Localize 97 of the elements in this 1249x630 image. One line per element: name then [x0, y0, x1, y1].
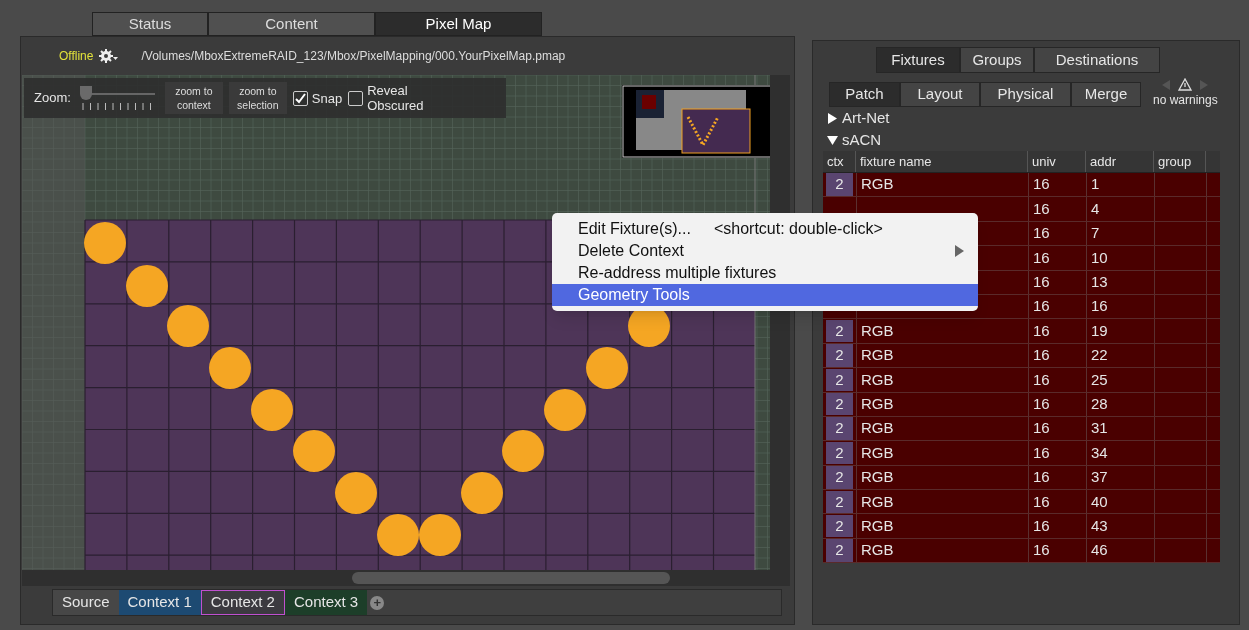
- disclosure-triangle-icon[interactable]: [827, 112, 838, 124]
- protocol-tree-item[interactable]: Art-Net: [827, 107, 1239, 129]
- sub-tab[interactable]: Layout: [900, 82, 980, 107]
- sub-tab[interactable]: Merge: [1071, 82, 1141, 107]
- warning-icon: [1178, 78, 1193, 91]
- table-cell-text: 31: [1091, 418, 1108, 439]
- table-cell-text: RGB: [861, 369, 894, 390]
- column-header[interactable]: fixture name: [856, 151, 1028, 172]
- table-cell-text: RGB: [861, 515, 894, 536]
- table-cell-text: RGB: [861, 345, 894, 366]
- table-cell-text: 16: [1091, 296, 1108, 317]
- zoom-button[interactable]: zoom to selection: [228, 82, 287, 114]
- zoom-label: Zoom:: [34, 89, 71, 108]
- context-number: 2: [826, 441, 853, 465]
- context-tab[interactable]: Context 2: [200, 590, 285, 615]
- table-cell-text: 16: [1033, 223, 1050, 244]
- minimap[interactable]: [622, 85, 770, 158]
- zoom-button[interactable]: zoom to context: [164, 82, 223, 114]
- main-tab[interactable]: Pixel Map: [375, 12, 542, 36]
- context-number: 2: [826, 539, 853, 562]
- context-number: 2: [826, 417, 853, 440]
- table-cell-text: RGB: [861, 467, 894, 488]
- table-cell-text: 13: [1091, 272, 1108, 292]
- checkbox[interactable]: Reveal Obscured: [348, 83, 432, 113]
- table-cell-text: RGB: [861, 442, 894, 463]
- table-cell-text: 16: [1033, 345, 1050, 366]
- disclosure-triangle-icon[interactable]: [827, 134, 838, 146]
- table-cell-text: 22: [1091, 345, 1108, 366]
- add-context-button[interactable]: +: [370, 595, 385, 610]
- column-header[interactable]: group: [1154, 151, 1206, 172]
- table-cell-text: RGB: [861, 320, 894, 341]
- panel-tab[interactable]: Groups: [960, 47, 1034, 73]
- table-cell-text: 16: [1033, 369, 1050, 390]
- table-cell-text: 1: [1091, 174, 1100, 195]
- slider-ticks-icon: [80, 103, 153, 110]
- warnings-label: no warnings: [1153, 92, 1218, 109]
- table-cell-text: 10: [1091, 247, 1108, 268]
- table-cell-text: 16: [1033, 247, 1050, 268]
- submenu-arrow-icon: [955, 245, 964, 257]
- table-cell-text: 43: [1091, 515, 1108, 536]
- menu-item[interactable]: Re-address multiple fixtures: [552, 262, 978, 284]
- panel-tab[interactable]: Fixtures: [876, 47, 960, 73]
- menu-item[interactable]: Edit Fixture(s)... <shortcut: double-click>: [552, 218, 978, 240]
- table-cell-text: 34: [1091, 442, 1108, 463]
- table-cell-text: 16: [1033, 418, 1050, 439]
- checkbox[interactable]: Snap: [292, 90, 343, 106]
- context-number: 2: [826, 514, 853, 538]
- column-header[interactable]: ctx: [823, 151, 856, 172]
- table-cell-text: 16: [1033, 442, 1050, 463]
- table-cell-text: 19: [1091, 320, 1108, 341]
- table-cell-text: 25: [1091, 369, 1108, 390]
- table-cell-text: 7: [1091, 223, 1100, 244]
- menu-item[interactable]: Geometry Tools: [552, 284, 978, 306]
- sub-tab[interactable]: Patch: [829, 82, 900, 107]
- context-number: 2: [826, 368, 853, 392]
- table-cell-text: 16: [1033, 320, 1050, 341]
- menu-item[interactable]: Delete Context: [552, 240, 978, 262]
- protocol-tree-item[interactable]: sACN: [827, 129, 1239, 151]
- table-cell-text: 16: [1033, 272, 1050, 292]
- table-cell-text: 16: [1033, 393, 1050, 414]
- table-cell-text: 16: [1033, 540, 1050, 561]
- table-cell-text: 16: [1033, 174, 1050, 195]
- table-cell-text: 16: [1033, 296, 1050, 317]
- table-cell-text: 16: [1033, 198, 1050, 219]
- checkmark-icon: [293, 91, 307, 105]
- main-tab[interactable]: Status: [92, 12, 208, 36]
- horizontal-scrollbar[interactable]: [22, 570, 790, 586]
- column-header[interactable]: addr: [1086, 151, 1154, 172]
- column-header[interactable]: univ: [1028, 151, 1086, 172]
- context-number: 2: [826, 319, 853, 343]
- sub-tab[interactable]: Physical: [980, 82, 1071, 107]
- context-number: 2: [826, 466, 853, 489]
- gear-icon[interactable]: [98, 48, 121, 64]
- table-cell-text: RGB: [861, 418, 894, 439]
- context-tab[interactable]: Context 1: [118, 590, 201, 615]
- status-label: Offline: [59, 48, 94, 65]
- table-cell-text: 16: [1033, 515, 1050, 536]
- context-number: 2: [826, 344, 853, 367]
- table-cell-text: 37: [1091, 467, 1108, 488]
- file-path: /Volumes/MboxExtremeRAID_123/Mbox/PixelMapping/000.YourPixelMap.pmap: [141, 48, 566, 65]
- table-cell-text: 46: [1091, 540, 1108, 561]
- table-cell-text: RGB: [861, 393, 894, 414]
- table-cell-text: 40: [1091, 491, 1108, 512]
- table-cell-text: RGB: [861, 174, 894, 195]
- context-tab[interactable]: Source: [53, 590, 119, 615]
- table-cell-text: RGB: [861, 540, 894, 561]
- table-cell-text: RGB: [861, 491, 894, 512]
- table-cell-text: 28: [1091, 393, 1108, 414]
- context-number: 2: [826, 490, 853, 513]
- main-tab[interactable]: Content: [208, 12, 375, 36]
- table-cell-text: 16: [1033, 467, 1050, 488]
- table-cell-text: 4: [1091, 198, 1100, 219]
- context-number: 2: [826, 392, 853, 416]
- table-cell-text: 16: [1033, 491, 1050, 512]
- panel-tab[interactable]: Destinations: [1034, 47, 1160, 73]
- context-tab[interactable]: Context 3: [284, 590, 368, 615]
- context-number: 2: [826, 173, 853, 196]
